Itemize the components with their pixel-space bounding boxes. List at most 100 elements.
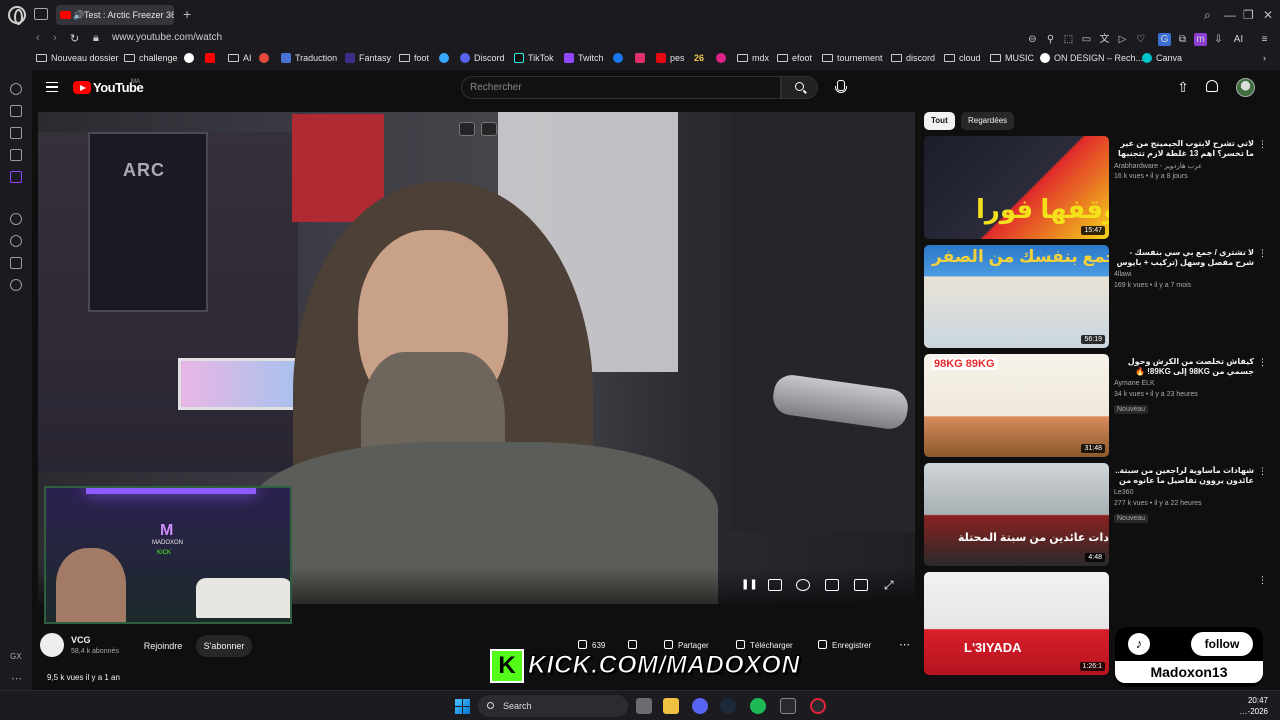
bookmark-facebook[interactable] — [613, 53, 623, 63]
start-icon[interactable] — [455, 699, 470, 714]
cast-icon[interactable] — [854, 579, 868, 591]
settings-icon[interactable] — [10, 279, 22, 291]
bookmark-canva[interactable]: Canva — [1142, 53, 1182, 63]
video-channel[interactable]: Arabhardware - عرب هاردوير — [1114, 162, 1202, 170]
bookmark-link[interactable] — [259, 53, 269, 63]
steam-icon[interactable] — [720, 698, 736, 714]
hamburger-menu-icon[interactable] — [46, 82, 58, 92]
minimize-icon[interactable]: — — [1224, 8, 1236, 22]
more-actions-icon[interactable]: ⋯ — [899, 638, 910, 651]
bookmark-folder[interactable]: mdx — [737, 53, 769, 63]
bookmark-youtube[interactable] — [205, 53, 215, 63]
save-button[interactable]: Enregistrer — [818, 635, 871, 657]
player-icon[interactable] — [10, 213, 22, 225]
subscribe-button[interactable]: S'abonner — [196, 635, 252, 657]
bookmark-link[interactable] — [439, 53, 449, 63]
video-title[interactable]: لا تشتري / جمع بي سي بنفسك - شرح مفصل وس… — [1114, 248, 1255, 268]
recommended-video[interactable]: جمع بنفسك من الصفر 56:19 لا تشتري / جمع … — [924, 245, 1267, 349]
bookmark-folder[interactable]: Fantasy — [345, 53, 391, 63]
miniplayer-icon[interactable] — [459, 122, 475, 136]
kebab-menu-icon[interactable]: ⋮ — [1258, 248, 1267, 259]
extensions-icon[interactable]: ⧉ — [1176, 33, 1189, 46]
bookmark-discord[interactable]: Discord — [460, 53, 505, 63]
menu-icon[interactable]: ≡ — [1258, 33, 1271, 46]
new-tab-button[interactable]: + — [183, 6, 191, 22]
video-title[interactable]: شهادات مأساوية لراجعين من سبتة.. عائدون … — [1114, 466, 1254, 486]
url-field[interactable]: www.youtube.com/watch — [112, 32, 222, 43]
tab-switcher-icon[interactable] — [34, 8, 48, 20]
bookmarks-overflow-icon[interactable]: › — [1263, 53, 1266, 63]
forward-icon[interactable]: › — [53, 32, 57, 44]
video-thumbnail[interactable]: جمع بنفسك من الصفر 56:19 — [924, 245, 1109, 348]
extensions-icon[interactable] — [10, 257, 22, 269]
channel-avatar[interactable] — [40, 633, 64, 657]
join-button[interactable]: Rejoindre — [134, 635, 192, 657]
skip-icon[interactable] — [481, 122, 497, 136]
pause-icon[interactable]: ❚❚ — [741, 579, 758, 591]
extension-translate-icon[interactable]: G — [1158, 33, 1171, 46]
chip-all[interactable]: Tout — [924, 112, 955, 130]
bookmark-link[interactable] — [716, 53, 726, 63]
account-avatar[interactable] — [1236, 78, 1255, 97]
bookmark-google[interactable] — [184, 53, 194, 63]
file-explorer-icon[interactable] — [663, 698, 679, 714]
player-icon[interactable]: ▷ — [1116, 33, 1129, 46]
bookmark-instagram[interactable] — [635, 53, 645, 63]
youtube-logo-icon[interactable] — [73, 81, 91, 94]
ai-icon[interactable]: AI — [1232, 33, 1245, 46]
zoom-icon[interactable]: ⊖ — [1026, 33, 1039, 46]
bookmark-pes[interactable]: pes — [656, 53, 685, 63]
bookmark-folder[interactable]: challenge — [124, 53, 178, 63]
bookmark-folder[interactable]: Nouveau dossier — [36, 53, 119, 63]
bookmark-26[interactable]: 26 — [694, 53, 704, 63]
download-icon[interactable]: ⇩ — [1212, 33, 1225, 46]
upload-icon[interactable]: ⇧ — [1176, 80, 1190, 94]
heart-icon[interactable]: ♡ — [1134, 33, 1147, 46]
fullscreen-icon[interactable]: ⤢ — [884, 579, 898, 591]
workspace-icon[interactable] — [10, 105, 22, 117]
video-channel[interactable]: Aymane ELK — [1114, 380, 1155, 387]
video-thumbnail[interactable]: وقفها فورا 15:47 — [924, 136, 1109, 239]
bookmark-folder[interactable]: tournement — [822, 53, 883, 63]
task-view-icon[interactable] — [636, 698, 652, 714]
settings-gear-icon[interactable] — [796, 579, 810, 591]
video-title[interactable]: كيفاش تخلصت من الكرش وحول جسمي من 98KG إ… — [1114, 357, 1254, 377]
search-tabs-icon[interactable]: ⌕ — [1204, 8, 1211, 22]
recommended-video[interactable]: وقفها فورا 15:47 لاتي تشرح لابتوب الجيمي… — [924, 136, 1267, 240]
aria-icon[interactable] — [10, 83, 22, 95]
screen-icon[interactable]: ▭ — [1080, 33, 1093, 46]
more-icon[interactable]: ⋯ — [11, 672, 22, 685]
back-icon[interactable]: ‹ — [36, 32, 40, 44]
kebab-menu-icon[interactable]: ⋮ — [1258, 575, 1267, 586]
snapshot-icon[interactable]: ⬚ — [1062, 33, 1075, 46]
video-channel[interactable]: 4llawi — [1114, 271, 1132, 278]
recommended-video[interactable]: شهادات عائدين من سبتة المحتلة 4:48 شهادا… — [924, 463, 1267, 567]
video-title[interactable]: لاتي تشرح لابتوب الجيمينج من غير ما تخسر… — [1114, 139, 1254, 159]
bookmark-folder[interactable]: discord — [891, 53, 935, 63]
video-thumbnail[interactable]: 98KG 89KG 31:48 — [924, 354, 1109, 457]
translate-icon[interactable]: 文 — [1098, 33, 1111, 46]
bookmark-folder[interactable]: MUSIC — [990, 53, 1034, 63]
video-thumbnail[interactable]: شهادات عائدين من سبتة المحتلة 4:48 — [924, 463, 1109, 566]
edit-icon[interactable] — [10, 127, 22, 139]
restore-icon[interactable]: ❐ — [1243, 8, 1254, 22]
opera-logo-icon[interactable] — [8, 6, 26, 25]
system-clock[interactable]: 20:47 …-2026 — [1228, 695, 1268, 717]
video-channel[interactable]: Le360 — [1114, 489, 1133, 496]
spotify-icon[interactable] — [750, 698, 766, 714]
discord-icon[interactable] — [692, 698, 708, 714]
video-thumbnail[interactable]: L'3IYADA 1:26:1 — [924, 572, 1109, 675]
kebab-menu-icon[interactable]: ⋮ — [1258, 357, 1267, 368]
search-button[interactable] — [781, 76, 818, 99]
bookmark-twitch[interactable]: Twitch — [564, 53, 604, 63]
close-icon[interactable]: ✕ — [1263, 8, 1273, 22]
subtitles-icon[interactable] — [768, 579, 782, 591]
gx-label[interactable]: GX — [10, 652, 22, 661]
bookmark-folder[interactable]: Traduction — [281, 53, 337, 63]
opera-gx-icon[interactable] — [810, 698, 826, 714]
notifications-bell-icon[interactable] — [1206, 80, 1218, 92]
chip-watched[interactable]: Regardées — [961, 112, 1015, 130]
browser-tab-active[interactable]: 🔊 Test : Arctic Freezer 36 — [56, 5, 174, 25]
voice-search-icon[interactable] — [830, 77, 851, 98]
taskbar-search[interactable]: Search — [478, 695, 628, 717]
